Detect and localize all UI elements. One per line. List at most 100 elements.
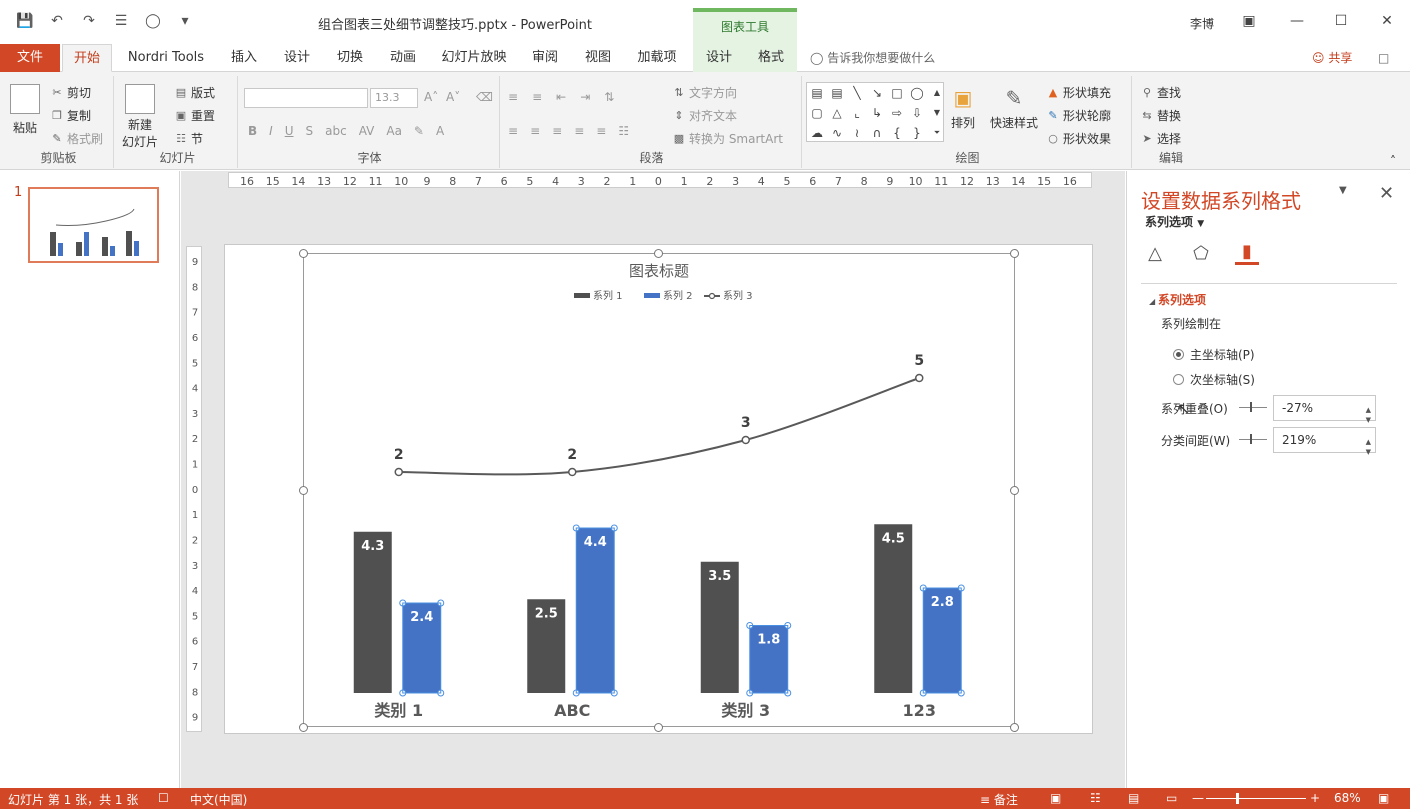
tab-addins[interactable]: 加载项 bbox=[628, 44, 686, 72]
start-from-beginning-icon[interactable]: ☰ bbox=[110, 10, 132, 32]
highlight-icon[interactable]: ✎ bbox=[414, 124, 424, 138]
gallery-up-icon[interactable]: ▲ bbox=[929, 85, 945, 101]
tab-chart-design[interactable]: 设计 bbox=[693, 44, 745, 72]
elbow-arrow-shape-icon[interactable]: ↳ bbox=[869, 105, 885, 121]
line-marker-2[interactable] bbox=[568, 467, 577, 477]
elbow-shape-icon[interactable]: ⌞ bbox=[849, 105, 865, 121]
replace-button[interactable]: ⇆ 替换 bbox=[1140, 107, 1181, 124]
cloud-shape-icon[interactable]: ☁ bbox=[809, 125, 825, 141]
align-text-button[interactable]: ⇕ 对齐文本 bbox=[672, 107, 737, 124]
maximize-icon[interactable]: ☐ bbox=[1326, 10, 1356, 32]
decrease-font-size-icon[interactable]: A˅ bbox=[446, 90, 460, 104]
tab-view[interactable]: 视图 bbox=[576, 44, 620, 72]
collapse-ribbon-icon[interactable]: ˄ bbox=[1390, 154, 1396, 168]
fit-slide-icon[interactable]: ▣ bbox=[1378, 791, 1389, 805]
slide-sorter-icon[interactable]: ☷ bbox=[1090, 791, 1101, 805]
align-right-icon[interactable]: ≡ bbox=[552, 124, 562, 138]
legend-entry[interactable]: 系列 2 bbox=[644, 289, 693, 302]
series-3-line[interactable] bbox=[398, 377, 920, 476]
category-label[interactable]: ABC bbox=[554, 701, 590, 720]
curve-shape-icon[interactable]: ≀ bbox=[849, 125, 865, 141]
arrow-line-shape-icon[interactable]: ↘ bbox=[869, 85, 885, 101]
underline-icon[interactable]: U bbox=[285, 124, 294, 138]
textbox-shape-icon[interactable]: ▤ bbox=[809, 85, 825, 101]
shape-fill-button[interactable]: ▲ 形状填充 bbox=[1046, 84, 1111, 101]
save-icon[interactable]: 💾 bbox=[14, 10, 36, 32]
tell-me-box[interactable]: ◯ 告诉我你想要做什么 bbox=[810, 44, 935, 72]
bullets-icon[interactable]: ≡ bbox=[508, 90, 518, 104]
share-button[interactable]: ☺ 共享 bbox=[1312, 44, 1352, 72]
category-label[interactable]: 类别 1 bbox=[374, 701, 423, 720]
zoom-in-icon[interactable]: + bbox=[1310, 791, 1320, 805]
series-options-dropdown[interactable]: 系列选项 ▼ bbox=[1145, 213, 1204, 230]
triangle-shape-icon[interactable]: △ bbox=[829, 105, 845, 121]
undo-icon[interactable]: ↶ bbox=[46, 10, 68, 32]
chart-title[interactable]: 图表标题 bbox=[629, 262, 689, 280]
slideshow-view-icon[interactable]: ▭ bbox=[1166, 791, 1177, 805]
increase-indent-icon[interactable]: ⇥ bbox=[580, 90, 590, 104]
bar-2-2[interactable] bbox=[576, 528, 615, 693]
bar-1-1[interactable] bbox=[353, 531, 392, 693]
tab-design[interactable]: 设计 bbox=[274, 44, 320, 72]
redo-icon[interactable]: ↷ bbox=[78, 10, 100, 32]
line-spacing-icon[interactable]: ⇅ bbox=[604, 90, 614, 104]
right-arrow-shape-icon[interactable]: ⇨ bbox=[889, 105, 905, 121]
customize-qat-icon[interactable]: ▾ bbox=[174, 10, 196, 32]
clear-formatting-icon[interactable]: ⌫ bbox=[476, 90, 493, 104]
legend-entry[interactable]: 系列 3 bbox=[704, 289, 753, 302]
tab-chart-format[interactable]: 格式 bbox=[745, 44, 797, 72]
text-direction-button[interactable]: ⇅ 文字方向 bbox=[672, 84, 737, 101]
reset-button[interactable]: ▣ 重置 bbox=[174, 107, 215, 124]
layout-button[interactable]: ▤ 版式 bbox=[174, 84, 215, 101]
series-options-bar-chart-icon[interactable]: ▮ bbox=[1235, 241, 1259, 265]
primary-axis-radio[interactable]: 主坐标轴(P) bbox=[1173, 346, 1255, 363]
character-spacing-icon[interactable]: AV bbox=[359, 124, 375, 138]
section-button[interactable]: ☷ 节 bbox=[174, 130, 203, 147]
fill-line-icon[interactable]: △ bbox=[1143, 241, 1167, 265]
minimize-icon[interactable]: — bbox=[1282, 10, 1312, 32]
oval-shape-icon[interactable]: ◯ bbox=[909, 85, 925, 101]
tab-nordri-tools[interactable]: Nordri Tools bbox=[120, 44, 212, 72]
freeform-shape-icon[interactable]: ∿ bbox=[829, 125, 845, 141]
paste-button[interactable]: 粘贴 bbox=[10, 84, 40, 136]
pane-options-dropdown-icon[interactable]: ▼ bbox=[1339, 185, 1347, 196]
tab-review[interactable]: 审阅 bbox=[522, 44, 568, 72]
spin-down-icon[interactable]: ▼ bbox=[1366, 440, 1371, 464]
secondary-axis-radio[interactable]: 次坐标轴(S) bbox=[1173, 371, 1255, 388]
language-indicator[interactable]: 中文(中国) bbox=[190, 791, 247, 808]
align-left-icon[interactable]: ≡ bbox=[508, 124, 518, 138]
down-arrow-shape-icon[interactable]: ⇩ bbox=[909, 105, 925, 121]
bold-icon[interactable]: B bbox=[248, 124, 257, 138]
section-series-options[interactable]: ◢ 系列选项 bbox=[1149, 291, 1206, 308]
arc-shape-icon[interactable]: ∩ bbox=[869, 125, 885, 141]
zoom-slider-thumb[interactable] bbox=[1236, 793, 1239, 804]
effects-pentagon-icon[interactable]: ⬠ bbox=[1189, 241, 1213, 265]
line-marker-4[interactable] bbox=[915, 373, 924, 383]
justify-icon[interactable]: ≡ bbox=[574, 124, 584, 138]
accessibility-icon[interactable]: ☐ bbox=[158, 791, 169, 805]
zoom-slider[interactable] bbox=[1206, 798, 1306, 799]
shape-effects-button[interactable]: ○ 形状效果 bbox=[1046, 130, 1111, 147]
font-color-icon[interactable]: A bbox=[436, 124, 444, 138]
bar-1-4[interactable] bbox=[874, 524, 913, 693]
zoom-level[interactable]: 68% bbox=[1334, 791, 1361, 805]
left-brace-shape-icon[interactable]: { bbox=[889, 125, 905, 141]
arrange-button[interactable]: ▣ 排列 bbox=[950, 84, 976, 131]
legend-entry[interactable]: 系列 1 bbox=[574, 289, 623, 302]
tab-file[interactable]: 文件 bbox=[0, 44, 60, 72]
line-shape-icon[interactable]: ╲ bbox=[849, 85, 865, 101]
cut-button[interactable]: ✂ 剪切 bbox=[50, 84, 91, 101]
font-name-combo[interactable] bbox=[244, 88, 368, 108]
select-button[interactable]: ➤ 选择 bbox=[1140, 130, 1181, 147]
new-slide-button[interactable]: 新建 幻灯片 bbox=[122, 84, 158, 150]
slide-thumbnail[interactable] bbox=[28, 187, 159, 263]
strikethrough-icon[interactable]: abc bbox=[325, 124, 347, 138]
series-overlap-slider[interactable] bbox=[1239, 402, 1267, 412]
numbering-icon[interactable]: ≡ bbox=[532, 90, 542, 104]
category-label[interactable]: 类别 3 bbox=[721, 701, 770, 720]
user-name[interactable]: 李博 bbox=[1190, 15, 1214, 32]
rectangle-shape-icon[interactable]: □ bbox=[889, 85, 905, 101]
series-overlap-spinner[interactable]: -27% ▲ ▼ bbox=[1273, 395, 1376, 424]
tab-slideshow[interactable]: 幻灯片放映 bbox=[434, 44, 514, 72]
vertical-textbox-shape-icon[interactable]: ▤ bbox=[829, 85, 845, 101]
